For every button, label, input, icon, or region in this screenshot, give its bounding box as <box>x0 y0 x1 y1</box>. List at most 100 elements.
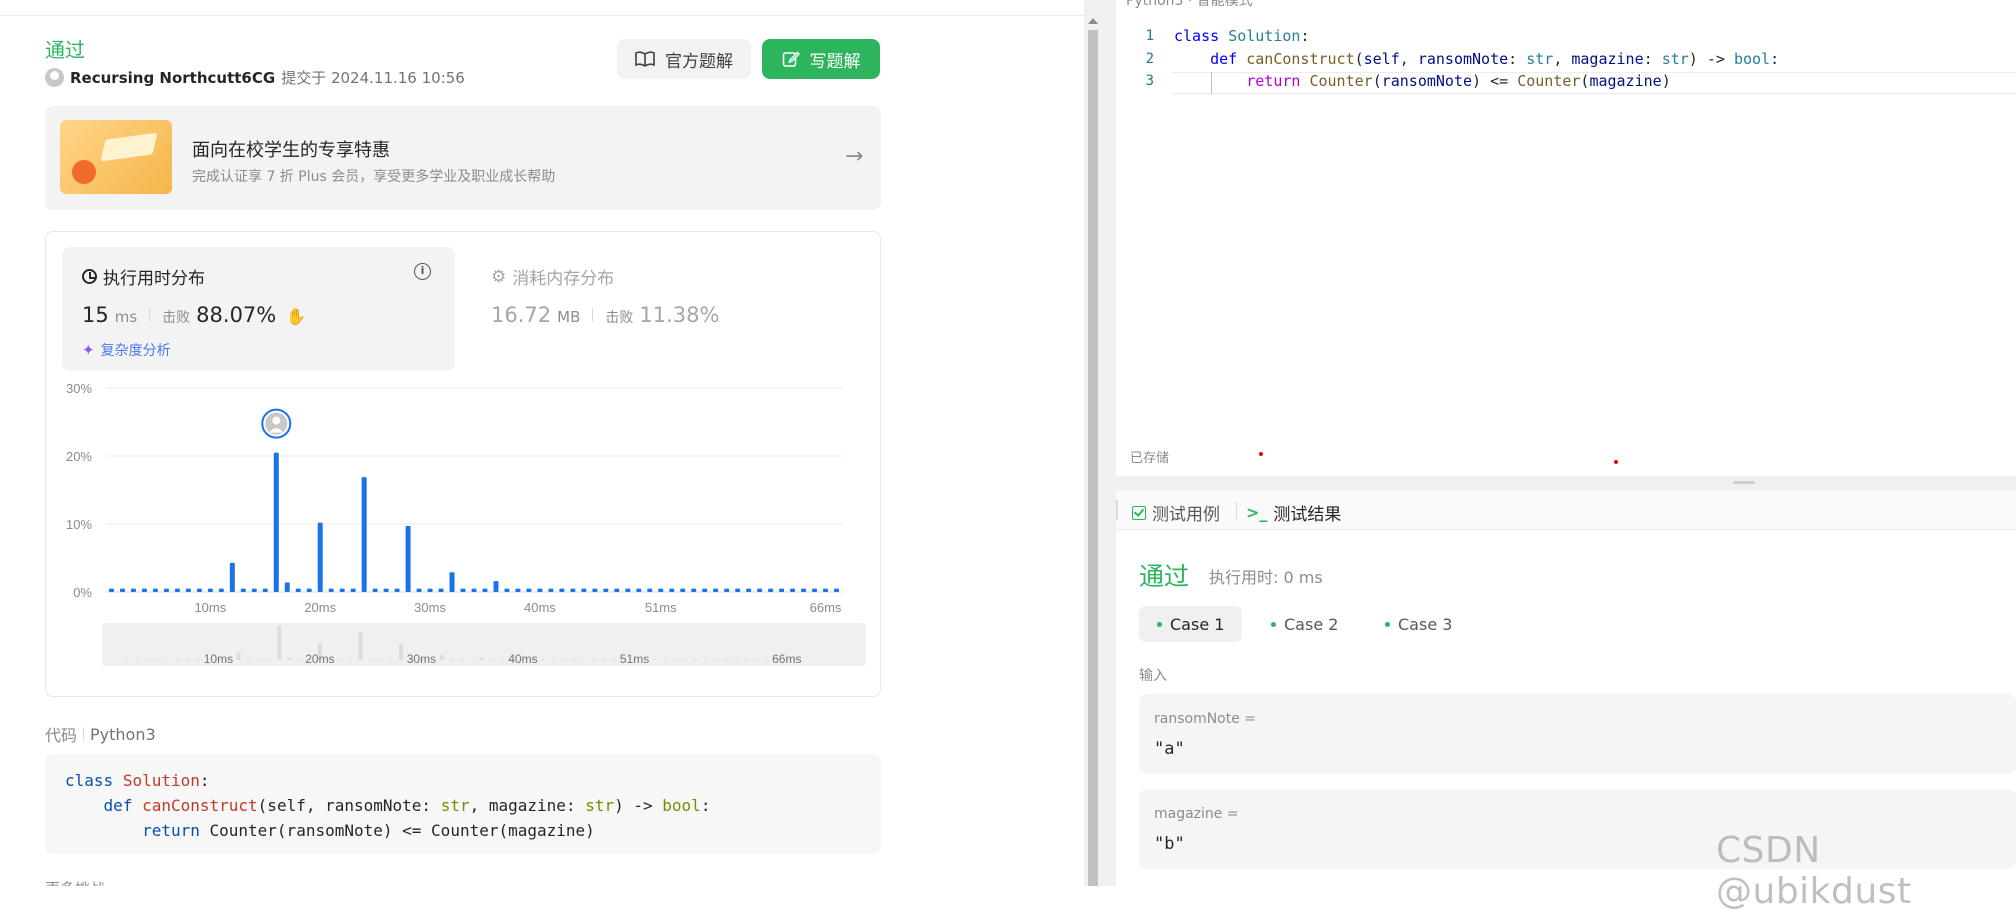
histogram-bar[interactable] <box>174 588 180 592</box>
histogram-bar[interactable] <box>636 588 642 592</box>
histogram-bar[interactable] <box>834 588 840 592</box>
histogram-bar[interactable] <box>526 588 532 592</box>
input-variable-box[interactable]: ransomNote = "a" <box>1139 694 2016 774</box>
histogram-bar[interactable] <box>482 588 488 592</box>
histogram-bar[interactable] <box>416 588 422 592</box>
histogram-bar[interactable] <box>691 588 697 592</box>
histogram-bar[interactable] <box>801 588 807 592</box>
histogram-bar[interactable] <box>273 452 279 592</box>
histogram-bar[interactable] <box>284 582 290 592</box>
histogram-bar[interactable] <box>207 588 213 592</box>
author-name[interactable]: Recursing Northcutt6CG <box>70 69 275 87</box>
histogram-bar[interactable] <box>768 588 774 592</box>
histogram-bar[interactable] <box>317 522 323 592</box>
histogram-bar[interactable] <box>427 588 433 592</box>
runtime-distribution-chart[interactable]: 0% 10% 20% 30% 10ms 20ms 30ms 40ms 51ms 66ms 10ms 2… <box>62 380 872 690</box>
overview-bar <box>470 659 475 660</box>
histogram-bar[interactable] <box>757 588 763 592</box>
histogram-bar[interactable] <box>790 588 796 592</box>
submitted-code-block[interactable]: class Solution: def canConstruct(self, r… <box>45 754 881 854</box>
histogram-bar[interactable] <box>350 588 356 592</box>
histogram-bar[interactable] <box>614 588 620 592</box>
histogram-bar[interactable] <box>383 588 389 592</box>
histogram-bar[interactable] <box>449 572 455 592</box>
histogram-bar[interactable] <box>152 588 158 592</box>
case-tab-2[interactable]: Case 2 <box>1253 606 1356 642</box>
histogram-bar[interactable] <box>504 588 510 592</box>
write-solution-button[interactable]: 写题解 <box>762 39 880 79</box>
histogram-bar[interactable] <box>196 588 202 592</box>
histogram-bar[interactable] <box>581 588 587 592</box>
student-promo-banner[interactable]: 面向在校学生的专享特惠 完成认证享 7 折 Plus 会员，享受更多学业及职业成… <box>45 106 881 210</box>
code-line[interactable]: class Solution: <box>1174 27 1309 45</box>
scroll-up-arrow[interactable] <box>1088 18 1098 24</box>
histogram-bar[interactable] <box>240 588 246 592</box>
histogram-bar[interactable] <box>438 588 444 592</box>
info-icon[interactable]: i <box>414 263 431 280</box>
histogram-bar[interactable] <box>130 588 136 592</box>
avatar[interactable] <box>45 68 64 87</box>
histogram-bar[interactable] <box>229 562 235 592</box>
histogram-bar[interactable] <box>702 588 708 592</box>
histogram-bar[interactable] <box>185 588 191 592</box>
histogram-bar[interactable] <box>592 588 598 592</box>
histogram-bar[interactable] <box>779 588 785 592</box>
code-label: 代码 <box>45 726 78 745</box>
histogram-bar[interactable] <box>746 588 752 592</box>
overview-bar <box>561 659 566 660</box>
histogram-bar[interactable] <box>735 588 741 592</box>
official-solution-button[interactable]: 官方题解 <box>617 39 751 79</box>
scrollbar-thumb[interactable] <box>1088 30 1098 886</box>
panel-resize-gutter[interactable] <box>1102 0 1116 886</box>
histogram-bar[interactable] <box>163 588 169 592</box>
histogram-bar[interactable] <box>647 588 653 592</box>
edit-icon <box>782 51 800 67</box>
histogram-bar[interactable] <box>724 588 730 592</box>
complexity-analysis-link[interactable]: ✦ 复杂度分析 <box>82 340 171 360</box>
histogram-bar[interactable] <box>394 588 400 592</box>
runtime-tab[interactable]: 执行用时分布 i 15 ms 击败 88.07% ✋ ✦ 复杂度分析 <box>62 247 455 371</box>
histogram-bar[interactable] <box>603 588 609 592</box>
code-line[interactable]: return Counter(ransomNote) <= Counter(ma… <box>1174 72 1670 90</box>
histogram-bar[interactable] <box>812 588 818 592</box>
histogram-bar[interactable] <box>218 588 224 592</box>
chip-icon: ⚙ <box>491 266 507 287</box>
histogram-bar[interactable] <box>119 588 125 592</box>
histogram-bar[interactable] <box>460 588 466 592</box>
histogram-bar[interactable] <box>295 588 301 592</box>
histogram-bar[interactable] <box>515 588 521 592</box>
left-panel-scrollbar[interactable] <box>1084 0 1102 886</box>
histogram-bar[interactable] <box>306 588 312 592</box>
code-line[interactable]: def canConstruct(self, ransomNote: str, … <box>1174 50 1779 68</box>
histogram-bar[interactable] <box>559 588 565 592</box>
editor-toolbar-label[interactable]: Python3 · 智能模式 <box>1126 0 1253 10</box>
tab-test-results[interactable]: >_ 测试结果 <box>1246 500 1341 525</box>
histogram-bar[interactable] <box>108 588 114 592</box>
tab-test-cases[interactable]: 测试用例 <box>1132 500 1220 525</box>
histogram-bar[interactable] <box>669 588 675 592</box>
histogram-bar[interactable] <box>493 581 499 592</box>
code-editor[interactable]: Python3 · 智能模式 1 2 3 class Solution: def… <box>1116 0 2016 476</box>
horizontal-split-bar[interactable] <box>1116 476 2016 490</box>
histogram-bar[interactable] <box>680 588 686 592</box>
histogram-bar[interactable] <box>713 588 719 592</box>
histogram-bar[interactable] <box>658 588 664 592</box>
drag-handle[interactable] <box>1733 481 1755 484</box>
histogram-bar[interactable] <box>570 588 576 592</box>
case-tab-3[interactable]: Case 3 <box>1367 606 1470 642</box>
histogram-bar[interactable] <box>251 588 257 592</box>
histogram-bar[interactable] <box>625 588 631 592</box>
histogram-bar[interactable] <box>537 588 543 592</box>
memory-tab[interactable]: ⚙ 消耗内存分布 <box>491 264 614 290</box>
histogram-bar[interactable] <box>548 588 554 592</box>
histogram-bar[interactable] <box>471 588 477 592</box>
histogram-bar[interactable] <box>372 588 378 592</box>
case-tab-1[interactable]: Case 1 <box>1139 606 1243 642</box>
histogram-bar[interactable] <box>361 477 367 592</box>
histogram-bar[interactable] <box>339 588 345 592</box>
histogram-bar[interactable] <box>141 588 147 592</box>
histogram-bar[interactable] <box>405 526 411 592</box>
histogram-bar[interactable] <box>328 588 334 592</box>
histogram-bar[interactable] <box>823 588 829 592</box>
histogram-bar[interactable] <box>262 588 268 592</box>
